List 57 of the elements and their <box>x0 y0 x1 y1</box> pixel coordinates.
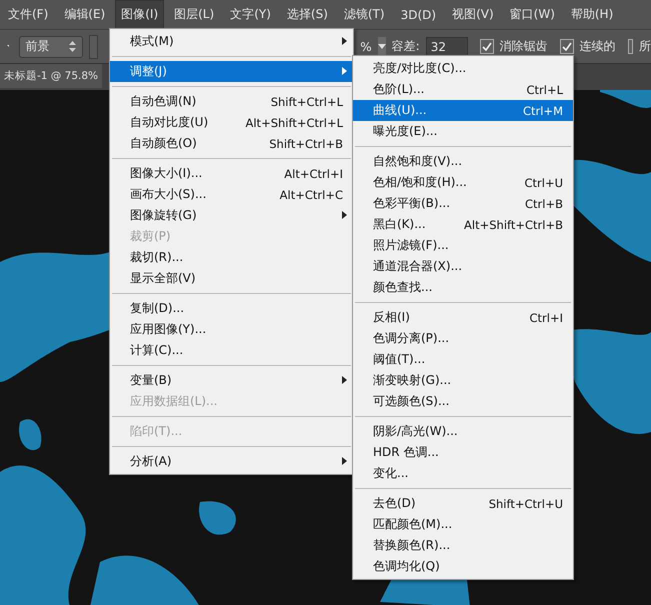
menu-item[interactable]: 照片滤镜(F)... <box>353 235 573 256</box>
tolerance-field[interactable]: 32 <box>426 36 468 56</box>
menu-item[interactable]: 色阶(L)... Ctrl+L <box>353 79 573 100</box>
fill-select[interactable]: 前景 <box>18 36 83 58</box>
menu-item[interactable]: 分析(A) <box>110 451 353 472</box>
menu-bar-item[interactable]: 编辑(E) <box>58 0 112 29</box>
menu-item[interactable]: 画布大小(S)... Alt+Ctrl+C <box>110 184 353 205</box>
menu-item[interactable]: 自动对比度(U) Alt+Shift+Ctrl+L <box>110 112 353 133</box>
menu-bar-item[interactable]: 图像(I) <box>115 0 164 29</box>
menu-bar-item[interactable]: 窗口(W) <box>504 0 561 29</box>
menu-item[interactable]: 自动色调(N) Shift+Ctrl+L <box>110 91 353 112</box>
menu-item[interactable]: 裁切(R)... <box>110 247 353 268</box>
menu-item[interactable]: 替换颜色(R)... <box>353 535 573 556</box>
menu-bar-item[interactable]: 滤镜(T) <box>338 0 391 29</box>
menu-item[interactable]: 计算(C)... <box>110 340 353 361</box>
percent-label: % <box>360 40 372 54</box>
menu-bar-item[interactable]: 文字(Y) <box>224 0 277 29</box>
menu-item[interactable]: 应用图像(Y)... <box>110 319 353 340</box>
menu-bar-item[interactable]: 3D(D) <box>394 2 442 28</box>
menu-item[interactable]: 渐变映射(G)... <box>353 370 573 391</box>
menu-item[interactable]: 自动颜色(O) Shift+Ctrl+B <box>110 133 353 154</box>
menu-item[interactable]: 黑白(K)... Alt+Shift+Ctrl+B <box>353 214 573 235</box>
document-tab[interactable]: 未标题-1 @ 75.8% <box>0 64 102 88</box>
menu-item[interactable]: 亮度/对比度(C)... <box>353 58 573 79</box>
menu-bar-item[interactable]: 帮助(H) <box>564 0 620 29</box>
menu-item[interactable]: 自然饱和度(V)... <box>353 151 573 172</box>
menu-item[interactable]: 调整(J) <box>110 61 353 82</box>
menu-item[interactable]: 变量(B) <box>110 370 353 391</box>
menu-item[interactable]: 色调分离(P)... <box>353 328 573 349</box>
menu-bar-item[interactable]: 选择(S) <box>280 0 334 29</box>
menu-item[interactable]: 图像旋转(G) <box>110 205 353 226</box>
menu-item[interactable]: HDR 色调... <box>353 442 573 463</box>
menu-item[interactable]: 模式(M) <box>110 31 353 52</box>
menu-item[interactable]: 阴影/高光(W)... <box>353 421 573 442</box>
menu-item[interactable]: 颜色查找... <box>353 277 573 298</box>
menu-item[interactable]: 通道混合器(X)... <box>353 256 573 277</box>
menu-item[interactable]: 复制(D)... <box>110 298 353 319</box>
menu-bar-item[interactable]: 图层(L) <box>168 0 220 29</box>
menu-item[interactable]: 去色(D) Shift+Ctrl+U <box>353 493 573 514</box>
menu-item[interactable]: 显示全部(V) <box>110 268 353 289</box>
menu-item[interactable]: 色调均化(Q) <box>353 556 573 577</box>
menu-item[interactable]: 曲线(U)... Ctrl+M <box>353 100 573 121</box>
tolerance-label: 容差: <box>392 38 420 55</box>
menu-bar-item[interactable]: 文件(F) <box>2 0 54 29</box>
menu-item[interactable]: 曝光度(E)... <box>353 121 573 142</box>
menu-item[interactable]: 匹配颜色(M)... <box>353 514 573 535</box>
menu-item[interactable]: 色彩平衡(B)... Ctrl+B <box>353 193 573 214</box>
menu-item[interactable]: 变化... <box>353 463 573 484</box>
menu-item[interactable]: 可选颜色(S)... <box>353 391 573 412</box>
menu-item[interactable]: 色相/饱和度(H)... Ctrl+U <box>353 172 573 193</box>
menu-item[interactable]: 反相(I) Ctrl+I <box>353 307 573 328</box>
menu-item[interactable]: 阈值(T)... <box>353 349 573 370</box>
menu-item[interactable]: 图像大小(I)... Alt+Ctrl+I <box>110 163 353 184</box>
checkbox-label[interactable]: 连续的 <box>580 38 616 55</box>
menu-bar-item[interactable]: 视图(V) <box>446 0 500 29</box>
checkbox-label[interactable]: 所 <box>639 38 651 55</box>
checkbox-label[interactable]: 消除锯齿 <box>500 38 548 55</box>
